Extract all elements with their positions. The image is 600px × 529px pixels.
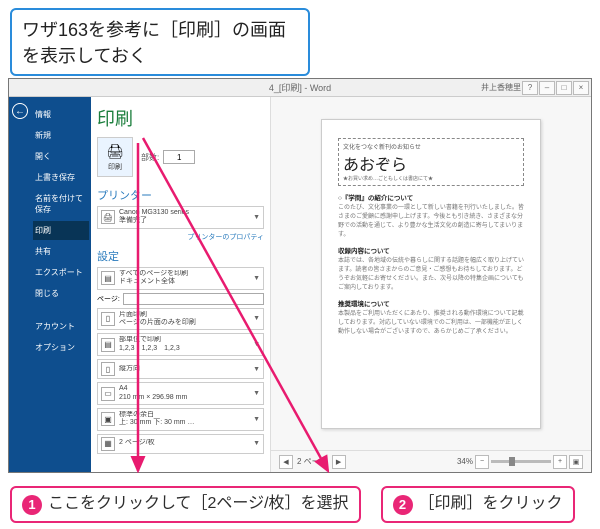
maximize-button[interactable]: □ — [556, 81, 572, 95]
copies-label: 部数: — [141, 152, 159, 163]
print-button[interactable]: 🖨 印刷 — [97, 137, 133, 177]
document-title: 4_[印刷] - Word — [269, 81, 331, 94]
pages-per-sheet-select[interactable]: ▦ 2 ページ/枚 ▼ — [97, 434, 264, 454]
chevron-down-icon: ▼ — [253, 315, 260, 322]
callout-number-2: 2 — [393, 495, 413, 515]
settings-section-heading: 設定 — [97, 248, 264, 264]
backstage-back-column: ← — [9, 97, 31, 472]
pages-label: ページ: — [97, 294, 120, 304]
sidebar-item-save[interactable]: 上書き保存 — [33, 168, 89, 187]
printer-properties-link[interactable]: プリンターのプロパティ — [97, 232, 264, 242]
paper-size-select[interactable]: ▭ A4210 mm × 296.98 mm ▼ — [97, 382, 264, 405]
callout-number-1: 1 — [22, 495, 42, 515]
doc-heading-1: ○『学問』の紹介について — [338, 192, 524, 202]
print-settings-panel: 印刷 🖨 印刷 部数: プリンター 🖨 Canon MG3130 series準… — [91, 97, 271, 472]
zoom-out-button[interactable]: − — [475, 455, 489, 469]
chevron-down-icon: ▼ — [253, 341, 260, 348]
margins-select[interactable]: ▣ 標準の余白上: 30 mm 下: 30 mm … ▼ — [97, 408, 264, 431]
callout-1: 1 ここをクリックして［2ページ/枚］を選択 — [10, 486, 361, 523]
zoom-slider[interactable] — [491, 460, 551, 463]
sidebar-item-close[interactable]: 閉じる — [33, 284, 89, 303]
sidebar-item-saveas[interactable]: 名前を付けて保存 — [33, 189, 89, 219]
printer-icon: 🖨 — [101, 210, 115, 224]
duplex-select[interactable]: ▯ 片面印刷ページの片面のみを印刷 ▼ — [97, 308, 264, 331]
back-button[interactable]: ← — [12, 103, 28, 119]
chevron-down-icon: ▼ — [253, 390, 260, 397]
sidebar-item-info[interactable]: 情報 — [33, 105, 89, 124]
doc-para: 本製品をご利用いただくにあたり、推奨される動作環境について記載しております。対応… — [338, 310, 524, 337]
minimize-button[interactable]: – — [539, 81, 555, 95]
chevron-down-icon: ▼ — [253, 275, 260, 282]
close-button[interactable]: × — [573, 81, 589, 95]
doc-pretitle: 文化をつなぐ新刊のお知らせ — [343, 142, 519, 151]
page-indicator: 2 ページ — [297, 456, 328, 467]
preview-page: 文化をつなぐ新刊のお知らせ あおぞら ★お買い求め…ごともしくは書店にて★ ○『… — [321, 119, 541, 429]
chevron-down-icon: ▼ — [253, 366, 260, 373]
sidebar-item-open[interactable]: 開く — [33, 147, 89, 166]
chevron-down-icon: ▼ — [253, 214, 260, 221]
pages-per-sheet-icon: ▦ — [101, 437, 115, 451]
callout-text-1: ここをクリックして［2ページ/枚］を選択 — [48, 494, 349, 515]
doc-para: このたび、文化事業の一環として新しい書籍を刊行いたしました。皆さまのご愛顧に感謝… — [338, 204, 524, 240]
collate-select[interactable]: ▤ 部単位で印刷1,2,3 1,2,3 1,2,3 ▼ — [97, 333, 264, 356]
paper-icon: ▭ — [101, 387, 115, 401]
chevron-down-icon: ▼ — [253, 416, 260, 423]
callout-2: 2 ［印刷］をクリック — [381, 486, 575, 523]
margins-icon: ▣ — [101, 412, 115, 426]
print-range-select[interactable]: ▤ すべてのページを印刷ドキュメント全体 ▼ — [97, 267, 264, 290]
sidebar-item-export[interactable]: エクスポート — [33, 263, 89, 282]
orientation-select[interactable]: ▯ 縦方向 ▼ — [97, 359, 264, 379]
backstage-sidebar: 情報 新規 開く 上書き保存 名前を付けて保存 印刷 共有 エクスポート 閉じる… — [31, 97, 91, 472]
fit-page-button[interactable]: ▣ — [569, 455, 583, 469]
word-print-backstage: 4_[印刷] - Word 井上香穂里 ? – □ × ← 情報 新規 開く 上… — [8, 78, 592, 473]
doc-heading-3: 推奨環境について — [338, 298, 524, 308]
pages-icon: ▤ — [101, 271, 115, 285]
portrait-icon: ▯ — [101, 362, 115, 376]
print-button-label: 印刷 — [108, 162, 122, 172]
collate-icon: ▤ — [101, 338, 115, 352]
zoom-value: 34% — [457, 457, 473, 466]
printer-section-heading: プリンター — [97, 187, 264, 203]
sidebar-item-new[interactable]: 新規 — [33, 126, 89, 145]
printer-select[interactable]: 🖨 Canon MG3130 series準備完了 ▼ — [97, 206, 264, 229]
prev-page-button[interactable]: ◀ — [279, 455, 293, 469]
doc-title: あおぞら — [343, 151, 519, 175]
top-callout: ワザ163を参考に［印刷］の画面を表示しておく — [10, 8, 310, 76]
zoom-in-button[interactable]: + — [553, 455, 567, 469]
print-heading: 印刷 — [97, 105, 264, 131]
sidebar-item-options[interactable]: オプション — [33, 338, 89, 357]
copies-input[interactable] — [163, 150, 195, 164]
sidebar-item-account[interactable]: アカウント — [33, 317, 89, 336]
sidebar-item-print[interactable]: 印刷 — [33, 221, 89, 240]
preview-pane: 文化をつなぐ新刊のお知らせ あおぞら ★お買い求め…ごともしくは書店にて★ ○『… — [271, 97, 591, 472]
callout-text-2: ［印刷］をクリック — [419, 494, 563, 515]
single-side-icon: ▯ — [101, 312, 115, 326]
doc-para: 本誌では、各地域の伝統や暮らしに関する話題を幅広く取り上げています。読者の皆さま… — [338, 257, 524, 293]
chevron-down-icon: ▼ — [253, 440, 260, 447]
printer-icon: 🖨 — [106, 143, 124, 160]
signed-in-user: 井上香穂里 — [481, 82, 521, 93]
pages-input[interactable] — [123, 293, 264, 305]
titlebar: 4_[印刷] - Word 井上香穂里 ? – □ × — [9, 79, 591, 97]
doc-subtitle: ★お買い求め…ごともしくは書店にて★ — [343, 175, 519, 182]
doc-heading-2: 収録内容について — [338, 245, 524, 255]
next-page-button[interactable]: ▶ — [332, 455, 346, 469]
help-button[interactable]: ? — [522, 81, 538, 95]
sidebar-item-share[interactable]: 共有 — [33, 242, 89, 261]
